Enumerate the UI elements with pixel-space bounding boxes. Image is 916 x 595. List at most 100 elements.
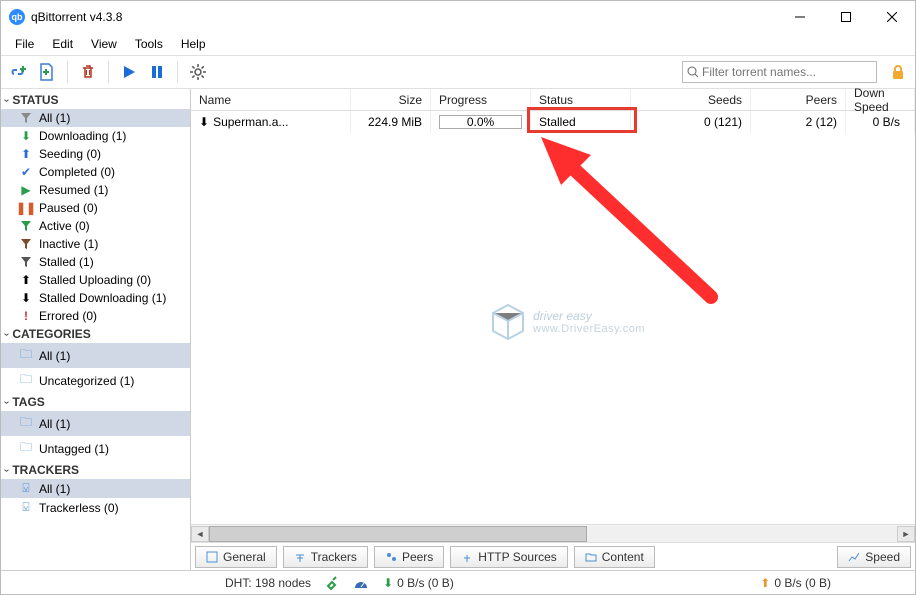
tab-content[interactable]: Content xyxy=(574,546,655,568)
pause-button[interactable] xyxy=(145,60,169,84)
horizontal-scrollbar[interactable]: ◄ ► xyxy=(191,524,915,542)
filter-active-icon xyxy=(19,220,33,232)
menu-help[interactable]: Help xyxy=(173,35,214,53)
status-bar: DHT: 198 nodes ⬇0 B/s (0 B) ⬆0 B/s (0 B) xyxy=(1,570,915,594)
lock-icon[interactable] xyxy=(887,61,909,83)
window-title: qBittorrent v4.3.8 xyxy=(31,10,122,24)
tags-section-header[interactable]: ›Tags xyxy=(1,393,190,411)
http-icon xyxy=(461,551,473,563)
col-status[interactable]: Status xyxy=(531,89,631,110)
tag-untagged[interactable]: 🗀Untagged (1) xyxy=(1,436,190,461)
chevron-down-icon: › xyxy=(1,400,12,403)
tracker-all[interactable]: ⍌All (1) xyxy=(1,479,190,498)
search-box[interactable] xyxy=(682,61,877,83)
categories-section-header[interactable]: ›Categories xyxy=(1,325,190,343)
delete-button[interactable] xyxy=(76,60,100,84)
torrent-list-pane: Name Size Progress Status Seeds Peers Do… xyxy=(191,89,915,570)
filter-downloading[interactable]: ⬇Downloading (1) xyxy=(1,127,190,145)
toolbar-separator xyxy=(177,61,178,83)
filter-stalled[interactable]: Stalled (1) xyxy=(1,253,190,271)
toolbar xyxy=(1,55,915,89)
category-all[interactable]: 🗀All (1) xyxy=(1,343,190,368)
download-stalled-icon: ⬇ xyxy=(19,291,33,305)
tab-peers[interactable]: Peers xyxy=(374,546,444,568)
app-icon: qb xyxy=(9,9,25,25)
search-input[interactable] xyxy=(702,65,872,79)
trackers-section-header[interactable]: ›Trackers xyxy=(1,461,190,479)
cell-name: ⬇Superman.a... xyxy=(191,111,351,133)
col-size[interactable]: Size xyxy=(351,89,431,110)
check-icon: ✔ xyxy=(19,165,33,179)
filter-seeding[interactable]: ⬆Seeding (0) xyxy=(1,145,190,163)
filter-stalled-down[interactable]: ⬇Stalled Downloading (1) xyxy=(1,289,190,307)
menu-file[interactable]: File xyxy=(7,35,42,53)
tab-general[interactable]: General xyxy=(195,546,277,568)
upload-icon: ⬆ xyxy=(760,576,770,590)
menu-edit[interactable]: Edit xyxy=(44,35,81,53)
cell-peers: 2 (12) xyxy=(751,111,846,133)
tab-trackers[interactable]: Trackers xyxy=(283,546,368,568)
scroll-thumb[interactable] xyxy=(209,526,587,542)
filter-stalled-up[interactable]: ⬆Stalled Uploading (0) xyxy=(1,271,190,289)
download-icon: ⬇ xyxy=(383,576,393,590)
watermark: driver easy www.DriverEasy.com xyxy=(491,303,645,341)
settings-button[interactable] xyxy=(186,60,210,84)
folder-icon: 🗀 xyxy=(19,370,33,391)
filter-errored[interactable]: !Errored (0) xyxy=(1,307,190,325)
col-down-speed[interactable]: Down Speed xyxy=(846,89,915,110)
maximize-button[interactable] xyxy=(823,1,869,33)
folder-icon: 🗀 xyxy=(19,413,33,434)
general-icon xyxy=(206,551,218,563)
menu-bar: File Edit View Tools Help xyxy=(1,33,915,55)
scroll-right-button[interactable]: ► xyxy=(897,526,915,542)
tracker-trackerless[interactable]: ⍌Trackerless (0) xyxy=(1,498,190,517)
table-header: Name Size Progress Status Seeds Peers Do… xyxy=(191,89,915,111)
col-name[interactable]: Name xyxy=(191,89,351,110)
scroll-left-button[interactable]: ◄ xyxy=(191,526,209,542)
status-section-header[interactable]: ›Status xyxy=(1,91,190,109)
filter-paused[interactable]: ❚❚Paused (0) xyxy=(1,199,190,217)
close-button[interactable] xyxy=(869,1,915,33)
menu-view[interactable]: View xyxy=(83,35,125,53)
error-icon: ! xyxy=(19,309,33,323)
detail-tabs: General Trackers Peers HTTP Sources Cont… xyxy=(191,542,915,570)
filter-sidebar: ›Status All (1) ⬇Downloading (1) ⬆Seedin… xyxy=(1,89,191,570)
upload-icon: ⬆ xyxy=(19,147,33,161)
filter-all[interactable]: All (1) xyxy=(1,109,190,127)
tab-speed[interactable]: Speed xyxy=(837,546,911,568)
add-link-button[interactable] xyxy=(7,60,31,84)
add-file-button[interactable] xyxy=(35,60,59,84)
filter-inactive-icon xyxy=(19,238,33,250)
peers-icon xyxy=(385,551,397,563)
scroll-track[interactable] xyxy=(209,526,897,542)
progress-bar: 0.0% xyxy=(439,115,522,129)
status-upload[interactable]: ⬆0 B/s (0 B) xyxy=(760,576,831,590)
resume-button[interactable] xyxy=(117,60,141,84)
filter-active[interactable]: Active (0) xyxy=(1,217,190,235)
menu-tools[interactable]: Tools xyxy=(127,35,171,53)
search-icon xyxy=(687,66,698,78)
col-seeds[interactable]: Seeds xyxy=(631,89,751,110)
folder-icon: 🗀 xyxy=(19,345,33,366)
download-icon: ⬇ xyxy=(199,115,209,129)
tracker-icon: ⍌ xyxy=(19,500,33,515)
status-connection-icon[interactable] xyxy=(325,576,339,590)
filter-completed[interactable]: ✔Completed (0) xyxy=(1,163,190,181)
col-progress[interactable]: Progress xyxy=(431,89,531,110)
folder-icon xyxy=(585,551,597,563)
col-peers[interactable]: Peers xyxy=(751,89,846,110)
status-download[interactable]: ⬇0 B/s (0 B) xyxy=(383,576,454,590)
tag-all[interactable]: 🗀All (1) xyxy=(1,411,190,436)
chart-icon xyxy=(848,551,860,563)
table-row[interactable]: ⬇Superman.a... 224.9 MiB 0.0% Stalled 0 … xyxy=(191,111,915,133)
minimize-button[interactable] xyxy=(777,1,823,33)
tab-http-sources[interactable]: HTTP Sources xyxy=(450,546,567,568)
pause-icon: ❚❚ xyxy=(19,201,33,215)
category-uncategorized[interactable]: 🗀Uncategorized (1) xyxy=(1,368,190,393)
filter-inactive[interactable]: Inactive (1) xyxy=(1,235,190,253)
annotation-arrow xyxy=(521,127,741,327)
status-dht[interactable]: DHT: 198 nodes xyxy=(225,576,311,590)
tracker-icon xyxy=(294,551,306,563)
status-speed-limit-icon[interactable] xyxy=(353,577,369,589)
filter-resumed[interactable]: ▶Resumed (1) xyxy=(1,181,190,199)
